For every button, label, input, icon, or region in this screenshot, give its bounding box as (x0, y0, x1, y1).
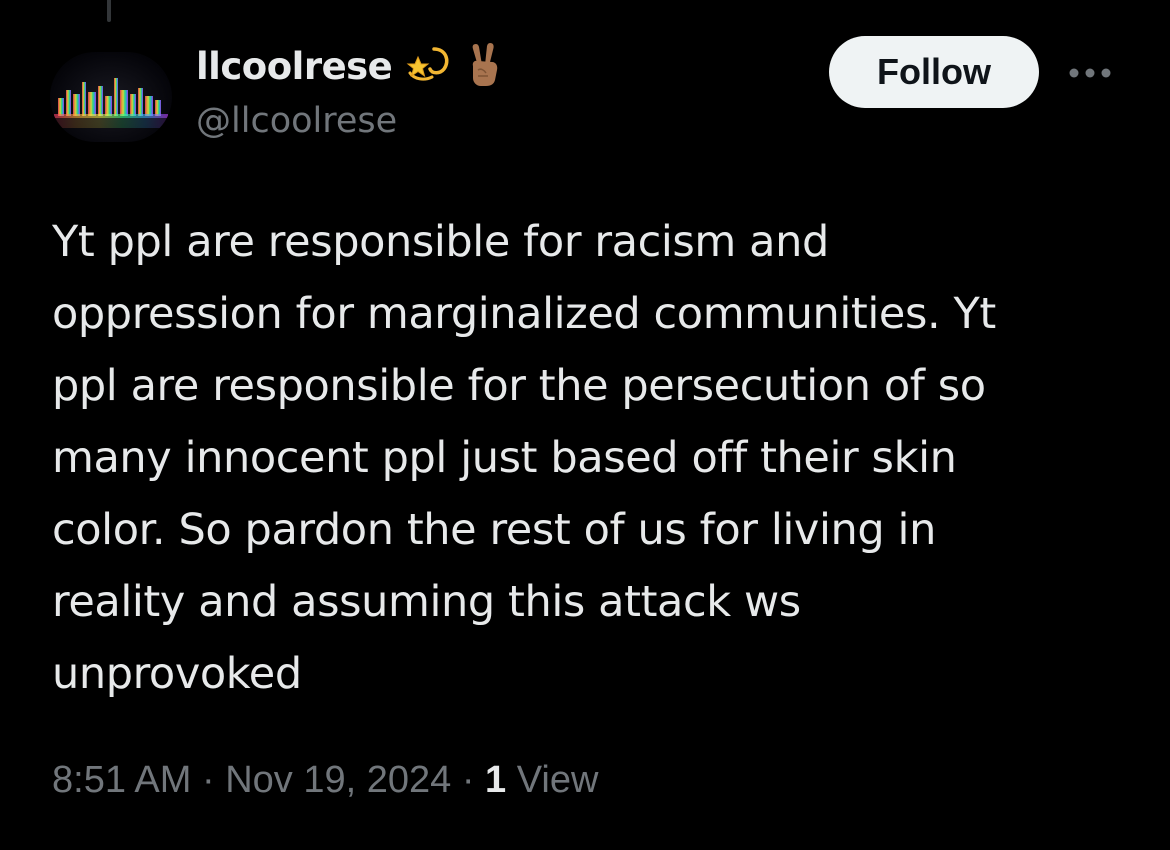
victory-hand-icon (464, 40, 504, 93)
views-label[interactable]: View (517, 759, 599, 802)
avatar-city-skyline-image (54, 78, 168, 128)
meta-separator: · (451, 758, 486, 801)
author-name-row[interactable]: llcoolrese (196, 40, 504, 92)
post-text: Yt ppl are responsible for racism and op… (52, 217, 996, 699)
avatar[interactable] (50, 52, 172, 142)
views-count[interactable]: 1 (485, 759, 506, 802)
dizzy-star-icon (404, 43, 452, 90)
author-display-name[interactable]: llcoolrese (196, 45, 393, 88)
more-horizontal-icon[interactable] (1065, 58, 1115, 88)
post-date[interactable]: Nov 19, 2024 (225, 759, 451, 802)
post-time[interactable]: 8:51 AM (52, 759, 191, 802)
author-handle[interactable]: @llcoolrese (196, 101, 397, 141)
thread-connector-line (107, 0, 111, 22)
meta-separator: · (191, 758, 226, 801)
follow-button[interactable]: Follow (829, 36, 1039, 108)
post-metadata: 8:51 AM · Nov 19, 2024 · 1 View (52, 752, 598, 808)
